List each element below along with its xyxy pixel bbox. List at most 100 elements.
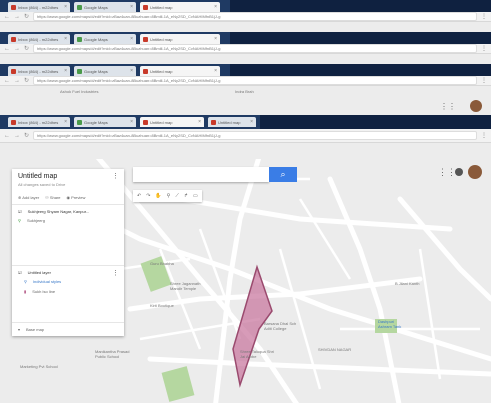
apps-icon[interactable]: ⋮⋮	[438, 167, 456, 178]
directions-icon[interactable]: ↱	[184, 193, 188, 199]
url-field[interactable]: https://www.google.com/maps/d/edit?mid=z…	[33, 76, 477, 85]
my-maps-icon	[143, 68, 148, 74]
tab-untitled-map[interactable]: Untitled map ×	[140, 66, 220, 76]
map-label: Ashok Fuel Industries	[60, 89, 99, 94]
close-icon[interactable]: ×	[198, 119, 201, 125]
reload-icon[interactable]: ↻	[24, 13, 29, 20]
gmail-icon	[11, 36, 16, 42]
url-field[interactable]: https://www.google.com/maps/d/edit?mid=z…	[33, 44, 477, 53]
redo-icon[interactable]: ↷	[146, 193, 150, 199]
map-canvas[interactable]: Sukh Shyam Nagar Temple Guru Bhabha Shre…	[0, 159, 491, 403]
menu-icon[interactable]: ⋮	[481, 45, 487, 52]
panel-header: Untitled map All changes saved to Drive …	[12, 169, 124, 205]
map-label: Dashpuri Ashram Tank	[378, 319, 402, 329]
undo-icon[interactable]: ↶	[137, 193, 141, 199]
address-bar: ← → ↻ https://www.google.com/maps/d/edit…	[0, 44, 491, 54]
ruler-icon[interactable]: ▭	[193, 193, 198, 199]
individual-styles-link[interactable]: Individual styles	[33, 279, 61, 284]
tab-google-maps[interactable]: Google Maps ×	[74, 34, 136, 44]
maps-icon	[77, 36, 82, 42]
forward-icon[interactable]: →	[14, 14, 20, 20]
close-icon[interactable]: ×	[214, 68, 217, 74]
tab-untitled-map[interactable]: Untitled map ×	[140, 2, 220, 12]
tab-inbox[interactable]: Inbox (864) - m22dhes ×	[8, 117, 70, 127]
map-label: Manikantha Prasad Public School	[95, 349, 130, 359]
close-icon[interactable]: ×	[130, 68, 133, 74]
park-area	[161, 366, 195, 402]
tab-untitled-map-2[interactable]: Untitled map ×	[208, 117, 256, 127]
reload-icon[interactable]: ↻	[24, 77, 29, 84]
apps-icon[interactable]: ⋮⋮	[440, 102, 456, 111]
maps-icon	[77, 4, 82, 10]
address-bar: ← → ↻ https://www.google.com/maps/d/edit…	[0, 129, 491, 143]
menu-icon[interactable]: ⋮	[481, 132, 487, 139]
close-icon[interactable]: ×	[214, 4, 217, 10]
tab-bar: Inbox (864) - m22dhes × Google Maps × Unti…	[0, 0, 491, 12]
map-toolbar: ↶ ↷ ✋ ⚲ ⟋ ↱ ▭	[133, 190, 202, 202]
url-field[interactable]: https://www.google.com/maps/d/edit?mid=z…	[33, 131, 477, 140]
profile-avatar[interactable]	[470, 100, 482, 112]
close-icon[interactable]: ×	[130, 119, 133, 125]
back-icon[interactable]: ←	[4, 46, 10, 52]
browser-strip-4: Inbox (864) - m22dhes × Google Maps × Unti…	[0, 115, 491, 159]
share-button[interactable]: ⚇ Share	[45, 195, 60, 200]
hand-icon[interactable]: ✋	[155, 193, 161, 199]
marker-icon[interactable]: ⚲	[167, 193, 171, 199]
back-icon[interactable]: ←	[4, 133, 10, 139]
close-icon[interactable]: ×	[64, 36, 67, 42]
tab-google-maps[interactable]: Google Maps ×	[74, 2, 136, 12]
forward-icon[interactable]: →	[14, 46, 20, 52]
tab-untitled-map[interactable]: Untitled map ×	[140, 34, 220, 44]
map-label: Guru Bhabha	[150, 261, 174, 266]
search-icon: ⌕	[280, 169, 286, 179]
map-preview-strip: Ashok Fuel Industries Indra Brah ⋮⋮	[0, 86, 491, 115]
browser-strip-2: Inbox (864) - m22dhes × Google Maps × Unti…	[0, 32, 491, 64]
menu-icon[interactable]: ⋮	[481, 13, 487, 20]
layer-1-title[interactable]: Sukhjeerg Shyam Nagar, Kanpur...	[28, 209, 90, 214]
close-icon[interactable]: ×	[130, 36, 133, 42]
profile-avatar[interactable]	[468, 165, 482, 179]
close-icon[interactable]: ×	[64, 4, 67, 10]
address-bar: ← → ↻ https://www.google.com/maps/d/edit…	[0, 12, 491, 22]
close-icon[interactable]: ×	[64, 68, 67, 74]
tab-inbox[interactable]: Inbox (864) - m22dhes ×	[8, 66, 70, 76]
forward-icon[interactable]: →	[14, 78, 20, 84]
back-icon[interactable]: ←	[4, 14, 10, 20]
more-icon[interactable]: ⋮	[112, 172, 119, 180]
reload-icon[interactable]: ↻	[24, 132, 29, 139]
menu-icon[interactable]: ⋮	[481, 77, 487, 84]
polygon-icon: ▮	[24, 289, 27, 294]
chevron-down-icon: ▾	[18, 327, 21, 332]
close-icon[interactable]: ×	[130, 4, 133, 10]
tab-google-maps[interactable]: Google Maps ×	[74, 66, 136, 76]
add-layer-button[interactable]: ⊕ Add layer	[18, 195, 39, 200]
close-icon[interactable]: ×	[250, 119, 253, 125]
base-map[interactable]: ▾ Base map	[12, 323, 124, 336]
tab-untitled-map[interactable]: Untitled map ×	[140, 117, 204, 127]
forward-icon[interactable]: →	[14, 133, 20, 139]
reload-icon[interactable]: ↻	[24, 45, 29, 52]
tab-google-maps[interactable]: Google Maps ×	[74, 117, 136, 127]
preview-button[interactable]: ◉ Preview	[67, 195, 86, 200]
tab-inbox[interactable]: Inbox (864) - m22dhes ×	[8, 34, 70, 44]
map-title[interactable]: Untitled map	[18, 173, 118, 180]
close-icon[interactable]: ×	[214, 36, 217, 42]
search-button[interactable]: ⌕	[269, 167, 297, 182]
checkbox-icon[interactable]: ☑	[18, 209, 22, 214]
notifications-icon[interactable]	[455, 168, 463, 176]
my-maps-icon	[211, 119, 216, 125]
map-label: Shree Taluqua Shri Jai Ambe	[240, 349, 274, 359]
style-icon: ⚲	[24, 279, 27, 284]
checkbox-icon[interactable]: ☑	[18, 270, 22, 275]
tab-inbox[interactable]: Inbox (864) - m22dhes ×	[8, 2, 70, 12]
back-icon[interactable]: ←	[4, 78, 10, 84]
draw-line-icon[interactable]: ⟋	[175, 193, 179, 199]
map-label: Barsana Dhal Sch Aditi College	[264, 321, 297, 331]
gmail-icon	[11, 4, 16, 10]
url-field[interactable]: https://www.google.com/maps/d/edit?mid=z…	[33, 12, 477, 21]
search-input[interactable]	[133, 167, 269, 182]
my-maps-icon	[143, 119, 148, 125]
browser-strip-1: Inbox (864) - m22dhes × Google Maps × Unti…	[0, 0, 491, 32]
layer-more-icon[interactable]: ⋮	[112, 269, 119, 277]
close-icon[interactable]: ×	[64, 119, 67, 125]
